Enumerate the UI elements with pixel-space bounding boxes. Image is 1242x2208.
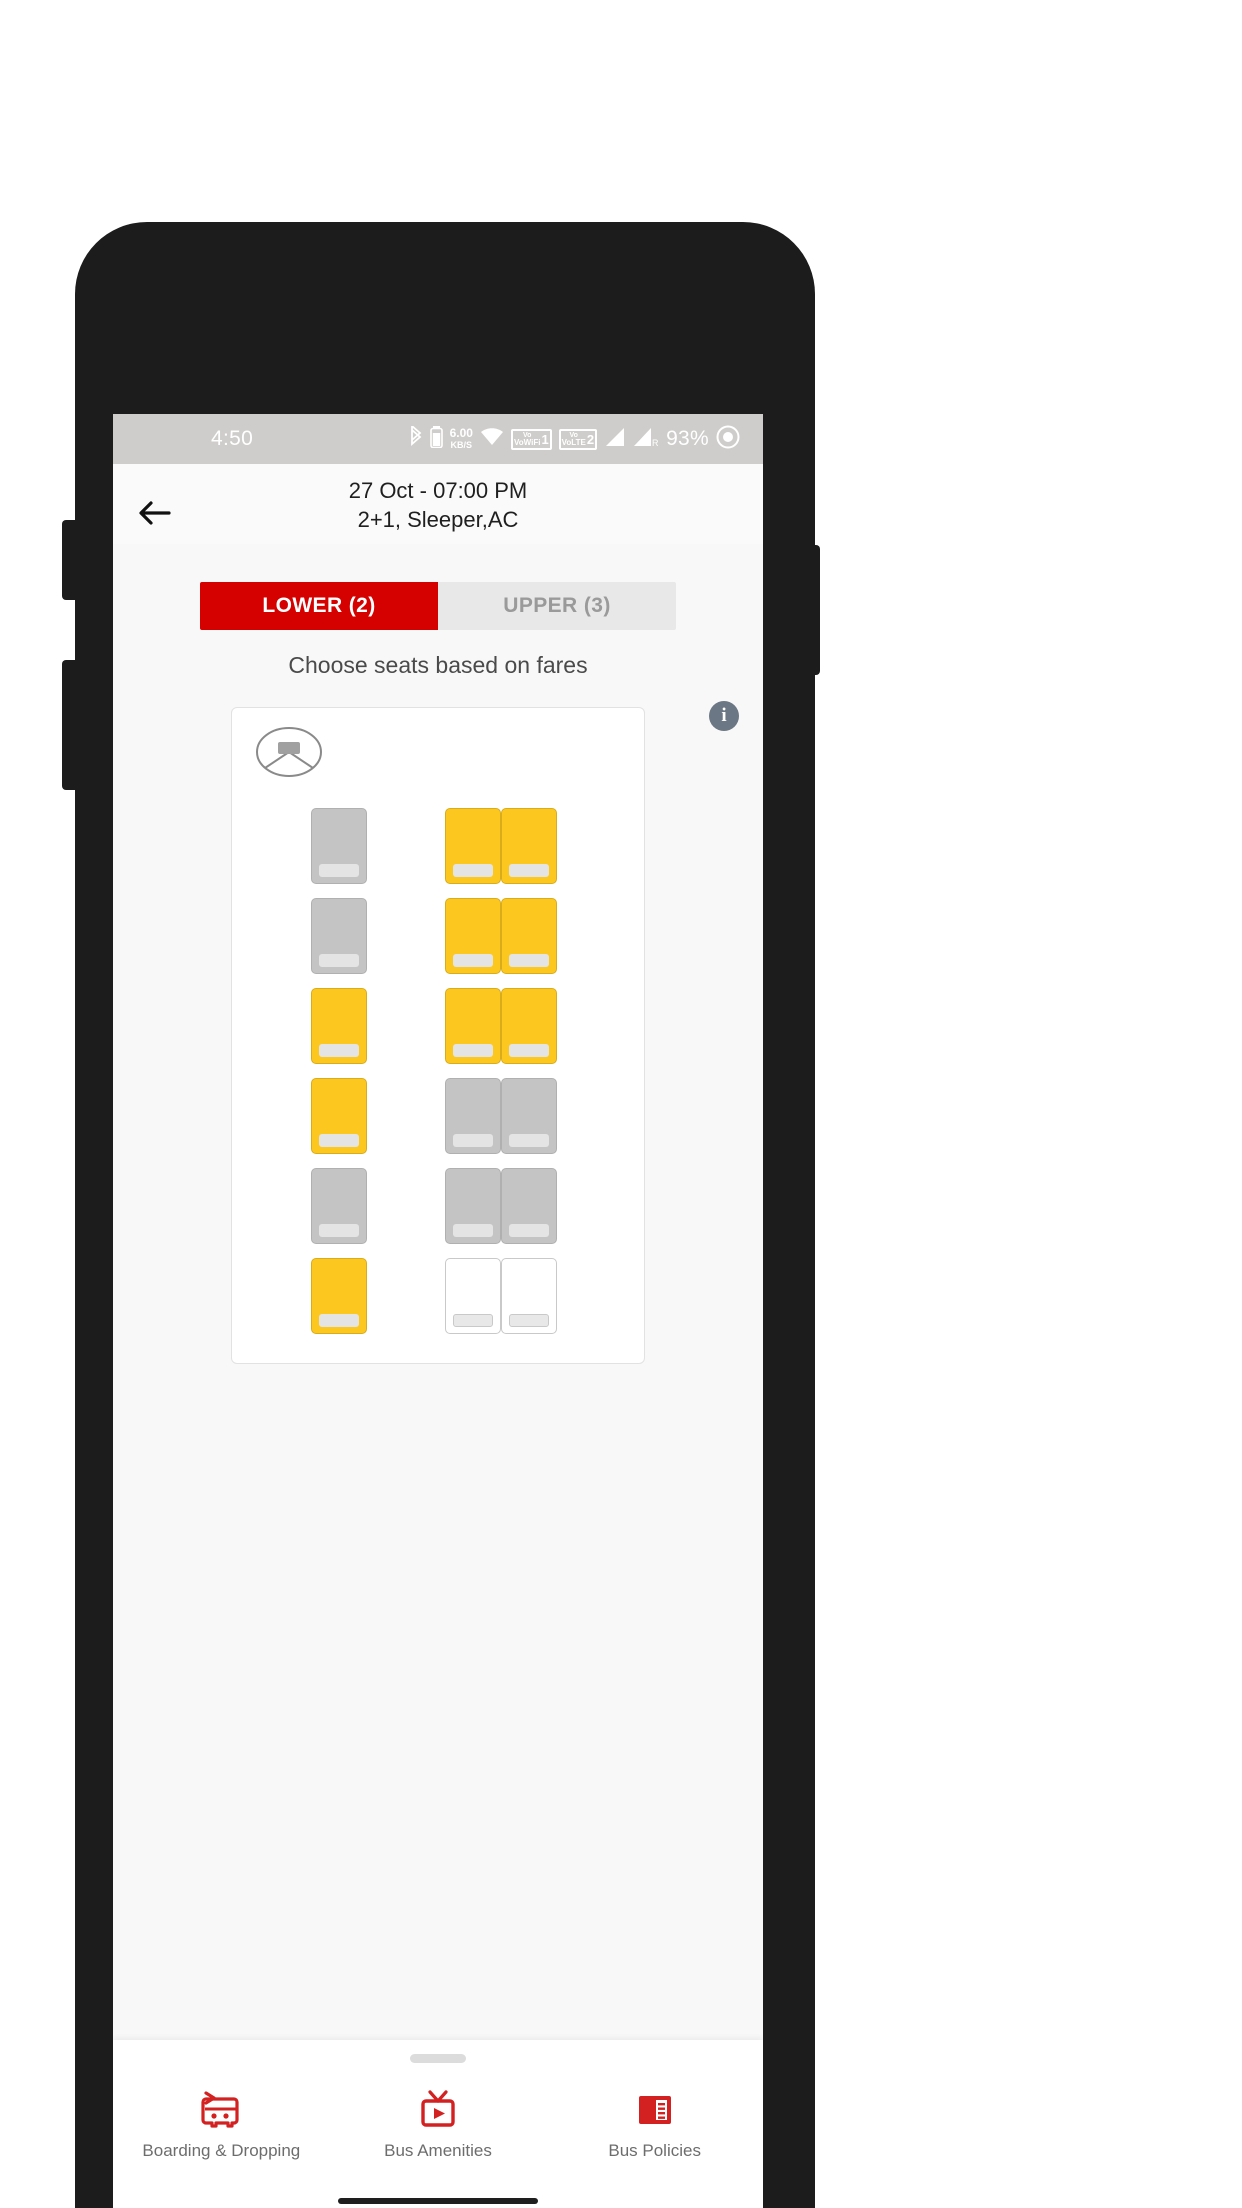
seat-pillow: [509, 1134, 549, 1147]
seat-r1-c4-available[interactable]: [501, 808, 557, 884]
bottom-sheet: Boarding & Dropping Bus Amenities Bus Po…: [113, 2040, 763, 2208]
status-bar-icons: 6.00 KB/S Vo VoWiFi 1 Vo VoLTE 2 R 93%: [409, 423, 740, 454]
app-header: 27 Oct - 07:00 PM 2+1, Sleeper,AC: [113, 464, 763, 544]
seat-pillow: [509, 864, 549, 877]
volte-icon: Vo VoLTE 2: [558, 428, 598, 450]
bus-type: 2+1, Sleeper,AC: [357, 507, 519, 532]
nav-label-amenities: Bus Amenities: [384, 2141, 492, 2160]
seat-pillow: [319, 1134, 359, 1147]
nav-bus-policies[interactable]: Bus Policies: [546, 2087, 763, 2161]
screen-recorder-icon: [716, 425, 740, 454]
seat-r1-c1-booked: [311, 808, 367, 884]
seat-pillow: [509, 1314, 549, 1327]
seat-pillow: [319, 1314, 359, 1327]
seat-grid: [311, 808, 557, 1348]
nav-label-policies: Bus Policies: [608, 2141, 701, 2160]
seat-r2-c3-available[interactable]: [445, 898, 501, 974]
seat-pillow: [509, 1044, 549, 1057]
seat-r2-c4-available[interactable]: [501, 898, 557, 974]
nav-label-boarding: Boarding & Dropping: [142, 2141, 301, 2160]
seat-r6-c4-empty[interactable]: [501, 1258, 557, 1334]
seat-pillow: [319, 954, 359, 967]
seat-pillow: [453, 864, 493, 877]
phone-power-button: [800, 545, 820, 675]
vowifi-icon: Vo VoWiFi 1: [510, 428, 552, 450]
sim1-number: 1: [541, 431, 549, 447]
nav-boarding-dropping[interactable]: Boarding & Dropping: [113, 2087, 330, 2161]
seat-pillow: [319, 1044, 359, 1057]
trip-datetime: 27 Oct - 07:00 PM: [348, 478, 528, 503]
seat-pillow: [509, 954, 549, 967]
seat-r3-c4-available[interactable]: [501, 988, 557, 1064]
header-titles: 27 Oct - 07:00 PM 2+1, Sleeper,AC: [113, 476, 763, 534]
wifi-icon: [480, 427, 504, 452]
seat-pillow: [319, 864, 359, 877]
seat-layout-section: i: [113, 701, 763, 1364]
seat-pillow: [319, 1224, 359, 1237]
aisle-gap: [367, 898, 445, 988]
seat-r4-c3-booked: [445, 1078, 501, 1154]
bus-deck-panel: [231, 707, 645, 1364]
seat-r4-c1-available[interactable]: [311, 1078, 367, 1154]
volte-label-bottom: VoLTE: [561, 437, 586, 447]
aisle-gap: [367, 808, 445, 898]
drag-handle[interactable]: [410, 2054, 466, 2063]
bluetooth-icon: [409, 423, 423, 453]
seat-pillow: [453, 1134, 493, 1147]
tab-lower-deck[interactable]: LOWER (2): [200, 582, 438, 630]
battery-icon: [429, 425, 443, 453]
seat-pillow: [453, 1314, 493, 1327]
seat-r2-c1-booked: [311, 898, 367, 974]
seat-pillow: [453, 1044, 493, 1057]
bus-icon: [198, 2087, 244, 2133]
network-speed-value: 6.00: [449, 425, 473, 440]
sim2-number: 2: [586, 431, 595, 447]
seat-r1-c3-available[interactable]: [445, 808, 501, 884]
network-speed-unit: KB/S: [450, 439, 473, 450]
vowifi-label-bottom: VoWiFi: [513, 437, 541, 447]
status-bar-clock: 4:50: [211, 427, 254, 450]
signal-icon-1: [604, 427, 626, 452]
deck-tabs: LOWER (2) UPPER (3): [200, 582, 676, 630]
aisle-gap: [367, 988, 445, 1078]
seat-r5-c4-booked: [501, 1168, 557, 1244]
svg-text:R: R: [652, 438, 659, 447]
bottom-nav: Boarding & Dropping Bus Amenities Bus Po…: [113, 2087, 763, 2161]
status-bar: 4:50 6.00 KB/S Vo VoWiFi 1 Vo VoLTE 2 R …: [113, 414, 763, 464]
phone-side-button-bottom: [62, 660, 82, 790]
steering-wheel-icon: [255, 726, 323, 778]
seat-pillow: [509, 1224, 549, 1237]
battery-percent: 93%: [666, 427, 709, 450]
aisle-gap: [367, 1078, 445, 1168]
network-speed-indicator: 6.00 KB/S: [449, 425, 473, 451]
tab-upper-deck[interactable]: UPPER (3): [438, 582, 676, 630]
nav-bus-amenities[interactable]: Bus Amenities: [330, 2087, 547, 2161]
aisle-gap: [367, 1168, 445, 1258]
aisle-gap: [367, 1258, 445, 1348]
seat-r5-c3-booked: [445, 1168, 501, 1244]
seat-r5-c1-booked: [311, 1168, 367, 1244]
tv-icon: [415, 2087, 461, 2133]
seat-r4-c4-booked: [501, 1078, 557, 1154]
seat-r3-c3-available[interactable]: [445, 988, 501, 1064]
seat-r6-c3-empty[interactable]: [445, 1258, 501, 1334]
seat-pillow: [453, 1224, 493, 1237]
info-icon[interactable]: i: [709, 701, 739, 731]
seat-r6-c1-available[interactable]: [311, 1258, 367, 1334]
phone-screen: 4:50 6.00 KB/S Vo VoWiFi 1 Vo VoLTE 2 R …: [113, 414, 763, 2208]
android-gesture-bar: [338, 2198, 538, 2204]
policy-document-icon: [632, 2087, 678, 2133]
signal-icon-2: R: [633, 427, 659, 452]
fare-instruction-text: Choose seats based on fares: [288, 652, 588, 678]
seat-pillow: [453, 954, 493, 967]
phone-side-button-top: [62, 520, 82, 600]
screenshot-root: 4:50 6.00 KB/S Vo VoWiFi 1 Vo VoLTE 2 R …: [0, 0, 1242, 2208]
seat-r3-c1-available[interactable]: [311, 988, 367, 1064]
